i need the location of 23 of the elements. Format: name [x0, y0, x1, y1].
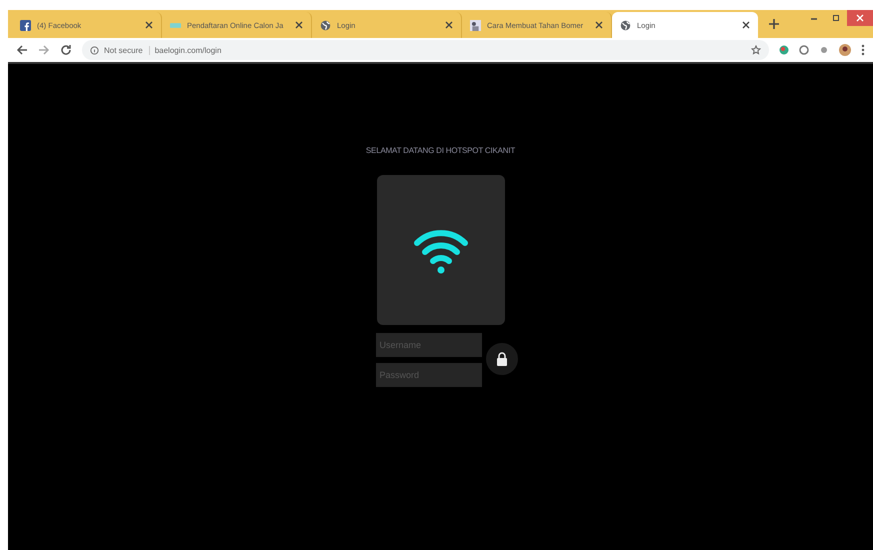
star-icon[interactable]: [751, 45, 761, 55]
info-icon[interactable]: [90, 46, 99, 54]
globe-icon: [320, 20, 331, 30]
lock-icon: [496, 352, 508, 366]
facebook-icon: [20, 20, 31, 30]
close-window-icon[interactable]: [847, 10, 873, 26]
back-icon[interactable]: [16, 44, 28, 56]
globe-icon: [620, 20, 631, 30]
extension-icon[interactable]: [779, 45, 789, 55]
close-icon[interactable]: [742, 21, 750, 29]
close-icon[interactable]: [445, 21, 453, 29]
close-icon[interactable]: [595, 21, 603, 29]
welcome-heading: SELAMAT DATANG DI HOTSPOT CIKANIT: [366, 146, 516, 155]
menu-icon[interactable]: [861, 44, 865, 56]
address-bar[interactable]: Not secure baelogin.com/login: [82, 40, 769, 60]
avatar-icon[interactable]: [839, 44, 851, 56]
image-icon: [470, 20, 481, 30]
close-icon[interactable]: [295, 21, 303, 29]
reload-icon[interactable]: [60, 44, 72, 56]
url-text: baelogin.com/login: [154, 46, 222, 54]
close-icon[interactable]: [145, 21, 153, 29]
security-label: Not secure: [104, 46, 150, 54]
new-tab-icon[interactable]: [768, 18, 780, 30]
